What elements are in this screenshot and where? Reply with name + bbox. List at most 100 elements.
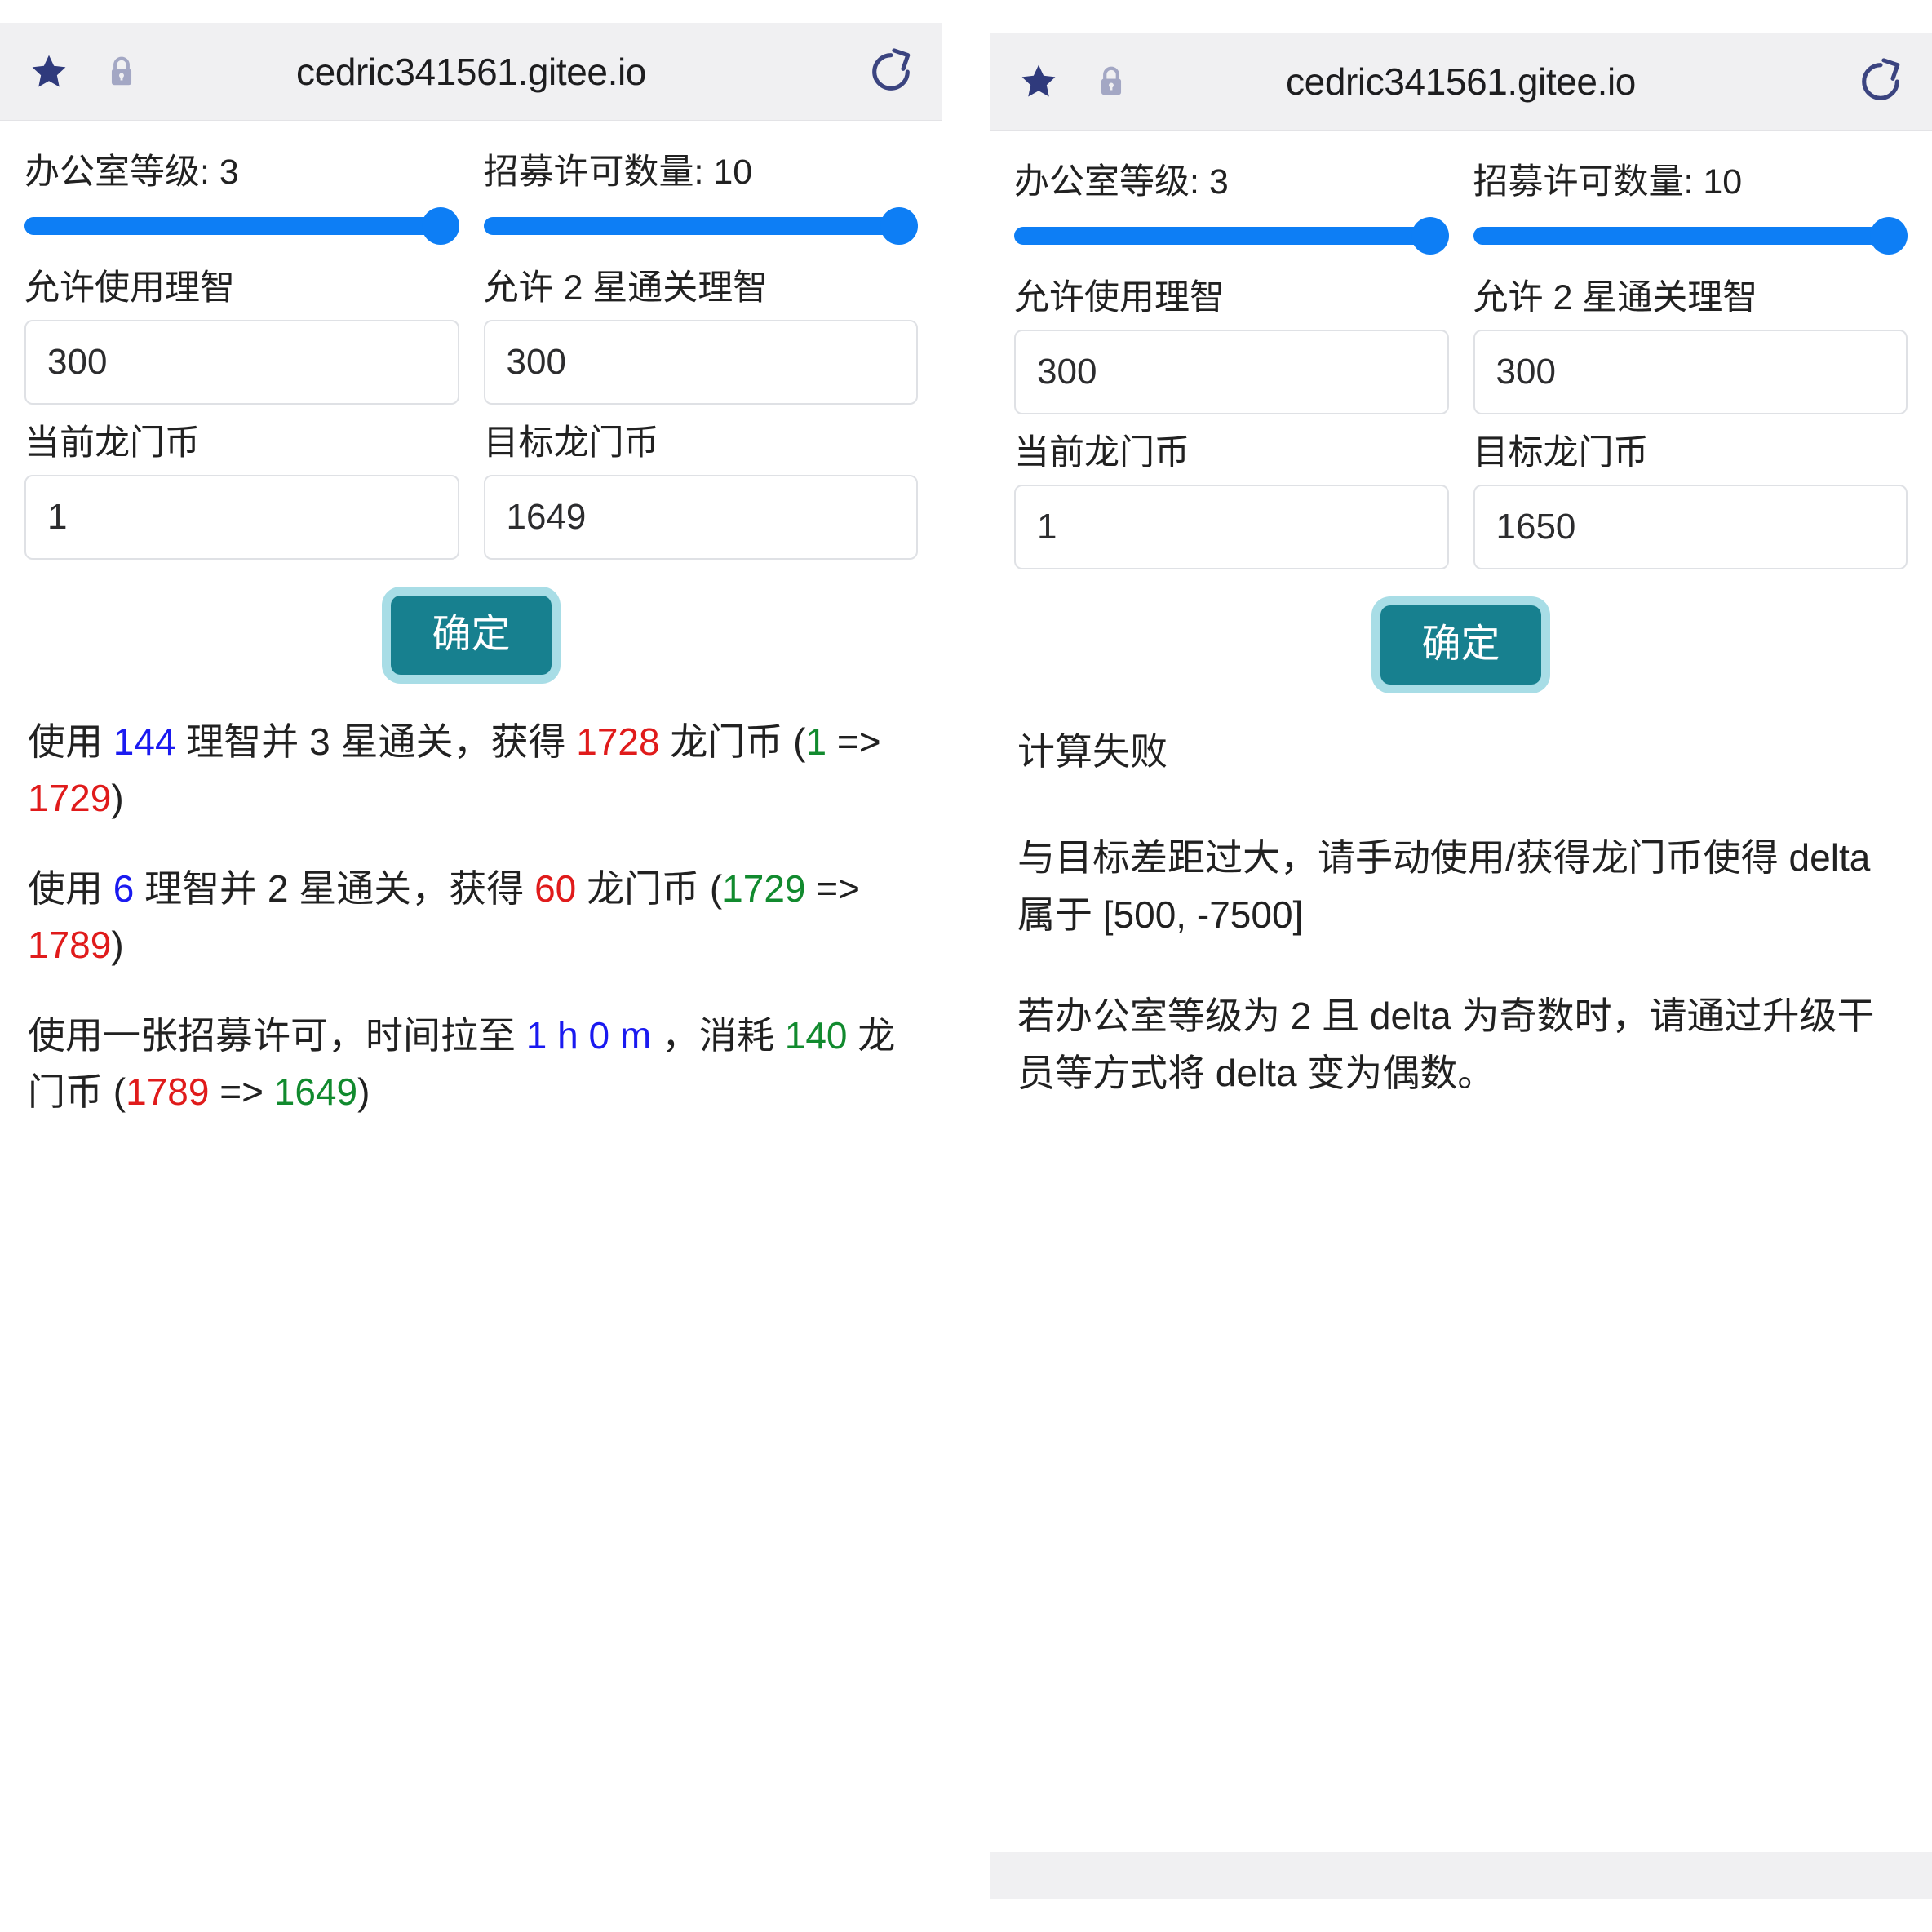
result-segment: 1729 bbox=[28, 776, 112, 819]
browser-bottom-bar bbox=[990, 1852, 1932, 1899]
right-two-star-group: 允许 2 星通关理智 bbox=[1473, 268, 1908, 423]
refresh-icon[interactable] bbox=[1857, 57, 1904, 105]
office-level-slider[interactable] bbox=[24, 204, 459, 248]
office-level-slider[interactable] bbox=[1014, 214, 1449, 258]
recruit-permits-label: 招募许可数量: 10 bbox=[1473, 162, 1743, 202]
left-target-lmb-group: 目标龙门币 bbox=[483, 413, 918, 568]
result-segment: 1 h 0 m bbox=[525, 1013, 652, 1057]
result-segment: => bbox=[826, 720, 881, 763]
result-segment: 1728 bbox=[576, 720, 660, 763]
right-recruit-permits-group: 招募许可数量: 10 bbox=[1473, 152, 1908, 268]
left-phone-screen: cedric341561.gitee.io 办公室等级: 3 招募许可数量: 1… bbox=[0, 0, 965, 1932]
result-segment: 龙门币 ( bbox=[576, 866, 723, 910]
recruit-permits-slider[interactable] bbox=[1473, 214, 1908, 258]
left-sanity-row: 允许使用理智 允许 2 星通关理智 bbox=[24, 258, 918, 413]
right-browser-chrome: cedric341561.gitee.io bbox=[990, 33, 1932, 131]
result-line: 使用 6 理智并 2 星通关，获得 60 龙门币 (1729 => 1789) bbox=[28, 861, 915, 973]
right-phone-screen: cedric341561.gitee.io 办公室等级: 3 招募许可数量: 1… bbox=[965, 0, 1932, 1932]
target-lmb-input[interactable] bbox=[483, 475, 918, 561]
slider-thumb[interactable] bbox=[1870, 217, 1908, 255]
two-star-sanity-input[interactable] bbox=[1473, 330, 1908, 415]
slider-track bbox=[1473, 227, 1890, 246]
target-lmb-input[interactable] bbox=[1473, 485, 1908, 570]
recruit-permits-slider[interactable] bbox=[483, 204, 918, 248]
right-sanity-group: 允许使用理智 bbox=[1014, 268, 1449, 423]
target-lmb-label: 目标龙门币 bbox=[1473, 433, 1649, 473]
right-results-list: 计算失败 与目标差距过大，请手动使用/获得龙门币使得 delta 属于 [500… bbox=[1014, 709, 1908, 1102]
sanity-label: 允许使用理智 bbox=[24, 268, 235, 308]
lock-icon bbox=[108, 54, 135, 90]
star-icon[interactable] bbox=[28, 51, 70, 92]
slider-thumb[interactable] bbox=[421, 207, 459, 246]
result-segment: 1649 bbox=[273, 1070, 358, 1113]
error-title: 计算失败 bbox=[1017, 729, 1168, 773]
result-line: 使用 144 理智并 3 星通关，获得 1728 龙门币 (1 => 1729) bbox=[28, 714, 915, 826]
error-message-delta-range: 与目标差距过大，请手动使用/获得龙门币使得 delta 属于 [500, -75… bbox=[1017, 835, 1871, 936]
result-segment: 理智并 2 星通关，获得 bbox=[134, 866, 535, 910]
right-target-lmb-group: 目标龙门币 bbox=[1473, 423, 1908, 578]
result-segment: 1729 bbox=[722, 866, 806, 910]
result-segment: ) bbox=[357, 1070, 370, 1113]
result-segment: 60 bbox=[534, 866, 577, 910]
result-segment: 1789 bbox=[28, 923, 112, 966]
url-text[interactable]: cedric341561.gitee.io bbox=[990, 60, 1932, 104]
dual-screenshot-container: cedric341561.gitee.io 办公室等级: 3 招募许可数量: 1… bbox=[0, 0, 1932, 1932]
slider-thumb[interactable] bbox=[880, 207, 918, 246]
left-lmb-row: 当前龙门币 目标龙门币 bbox=[24, 413, 918, 568]
left-two-star-group: 允许 2 星通关理智 bbox=[483, 258, 918, 413]
right-current-lmb-group: 当前龙门币 bbox=[1014, 423, 1449, 578]
right-slider-row: 办公室等级: 3 招募许可数量: 10 bbox=[1014, 152, 1908, 268]
current-lmb-label: 当前龙门币 bbox=[24, 423, 200, 463]
two-star-sanity-label: 允许 2 星通关理智 bbox=[1473, 278, 1758, 318]
slider-track bbox=[1014, 227, 1431, 246]
result-segment: 140 bbox=[784, 1013, 848, 1057]
lock-icon bbox=[1097, 64, 1125, 100]
result-segment: 使用 bbox=[28, 720, 113, 763]
left-current-lmb-group: 当前龙门币 bbox=[24, 413, 459, 568]
result-segment: 龙门币 ( bbox=[659, 720, 806, 763]
result-segment: 1789 bbox=[126, 1070, 210, 1113]
sanity-input[interactable] bbox=[1014, 330, 1449, 415]
slider-thumb[interactable] bbox=[1411, 217, 1449, 255]
recruit-permits-label: 招募许可数量: 10 bbox=[483, 153, 753, 192]
url-text[interactable]: cedric341561.gitee.io bbox=[0, 50, 942, 94]
left-slider-row: 办公室等级: 3 招募许可数量: 10 bbox=[24, 142, 918, 258]
result-segment: ，消耗 bbox=[651, 1013, 785, 1057]
left-sanity-group: 允许使用理智 bbox=[24, 258, 459, 413]
result-segment: ) bbox=[111, 776, 124, 819]
current-lmb-input[interactable] bbox=[24, 475, 459, 561]
slider-track bbox=[483, 217, 900, 236]
confirm-button[interactable]: 确定 bbox=[1380, 605, 1541, 685]
result-line: 使用一张招募许可，时间拉至 1 h 0 m ，消耗 140 龙门币 (1789 … bbox=[28, 1008, 915, 1120]
refresh-icon[interactable] bbox=[867, 47, 915, 95]
result-segment: ) bbox=[111, 923, 124, 966]
right-page-body: 办公室等级: 3 招募许可数量: 10 允许使用理智 300 允许 2 星通关理… bbox=[990, 131, 1932, 1102]
result-segment: 使用 bbox=[28, 866, 113, 910]
right-lmb-row: 当前龙门币 目标龙门币 bbox=[1014, 423, 1908, 578]
left-recruit-permits-group: 招募许可数量: 10 bbox=[483, 142, 918, 258]
result-segment: => bbox=[805, 866, 861, 910]
slider-track bbox=[24, 217, 441, 236]
result-segment: => bbox=[209, 1070, 274, 1113]
right-sanity-row: 允许使用理智 允许 2 星通关理智 bbox=[1014, 268, 1908, 423]
left-browser-chrome: cedric341561.gitee.io bbox=[0, 23, 942, 121]
right-office-level-group: 办公室等级: 3 bbox=[1014, 152, 1449, 268]
left-page-body: 办公室等级: 3 招募许可数量: 10 允许使用理智 300 允许 2 星通关理… bbox=[0, 121, 942, 1120]
left-office-level-group: 办公室等级: 3 bbox=[24, 142, 459, 258]
office-level-label: 办公室等级: 3 bbox=[24, 153, 239, 192]
two-star-sanity-input[interactable] bbox=[483, 320, 918, 405]
right-chrome-icon-group bbox=[1017, 61, 1125, 102]
target-lmb-label: 目标龙门币 bbox=[483, 423, 659, 463]
error-message-parity-hint: 若办公室等级为 2 且 delta 为奇数时，请通过升级干员等方式将 delta… bbox=[1017, 994, 1875, 1094]
two-star-sanity-label: 允许 2 星通关理智 bbox=[483, 268, 769, 308]
left-results-list: 使用 144 理智并 3 星通关，获得 1728 龙门币 (1 => 1729)… bbox=[24, 699, 918, 1120]
office-level-label: 办公室等级: 3 bbox=[1014, 162, 1229, 202]
result-segment: 使用一张招募许可，时间拉至 bbox=[28, 1013, 526, 1057]
star-icon[interactable] bbox=[1017, 61, 1060, 102]
left-chrome-icon-group bbox=[28, 51, 135, 92]
result-segment: 144 bbox=[113, 720, 176, 763]
right-submit-row: 确定 bbox=[1014, 578, 1908, 709]
confirm-button[interactable]: 确定 bbox=[391, 596, 552, 675]
sanity-input[interactable] bbox=[24, 320, 459, 405]
current-lmb-input[interactable] bbox=[1014, 485, 1449, 570]
